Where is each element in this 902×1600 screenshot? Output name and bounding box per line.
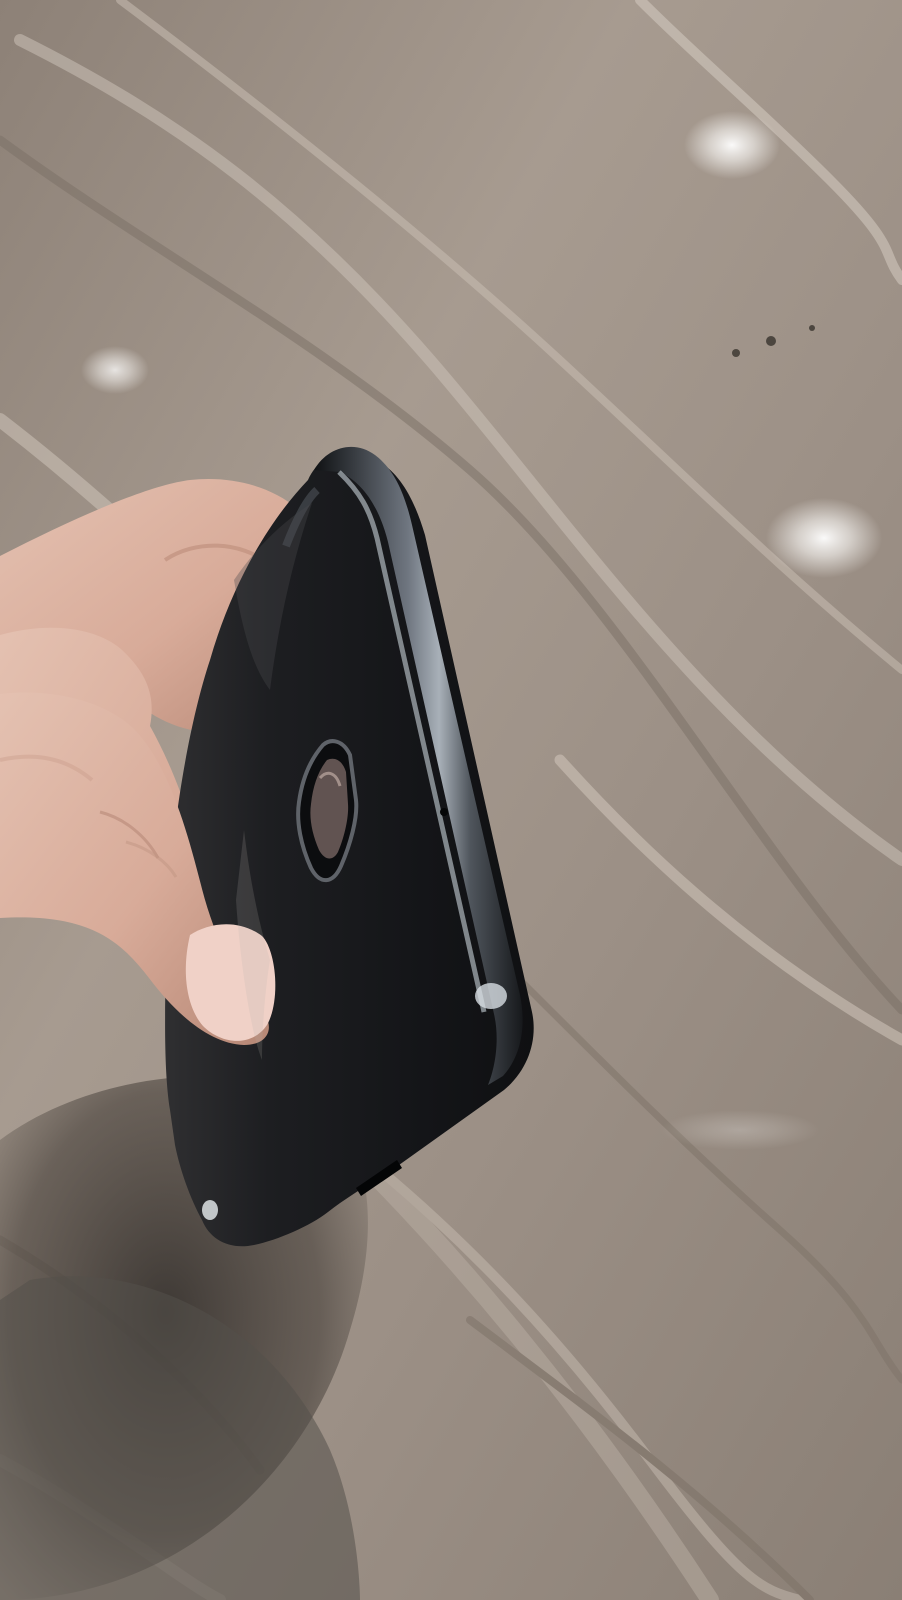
photo-canvas [0,0,902,1600]
photo-scene [0,0,902,1600]
microphone-hole [440,808,448,816]
bottom-highlight [202,1200,218,1220]
corner-highlight [475,983,507,1009]
